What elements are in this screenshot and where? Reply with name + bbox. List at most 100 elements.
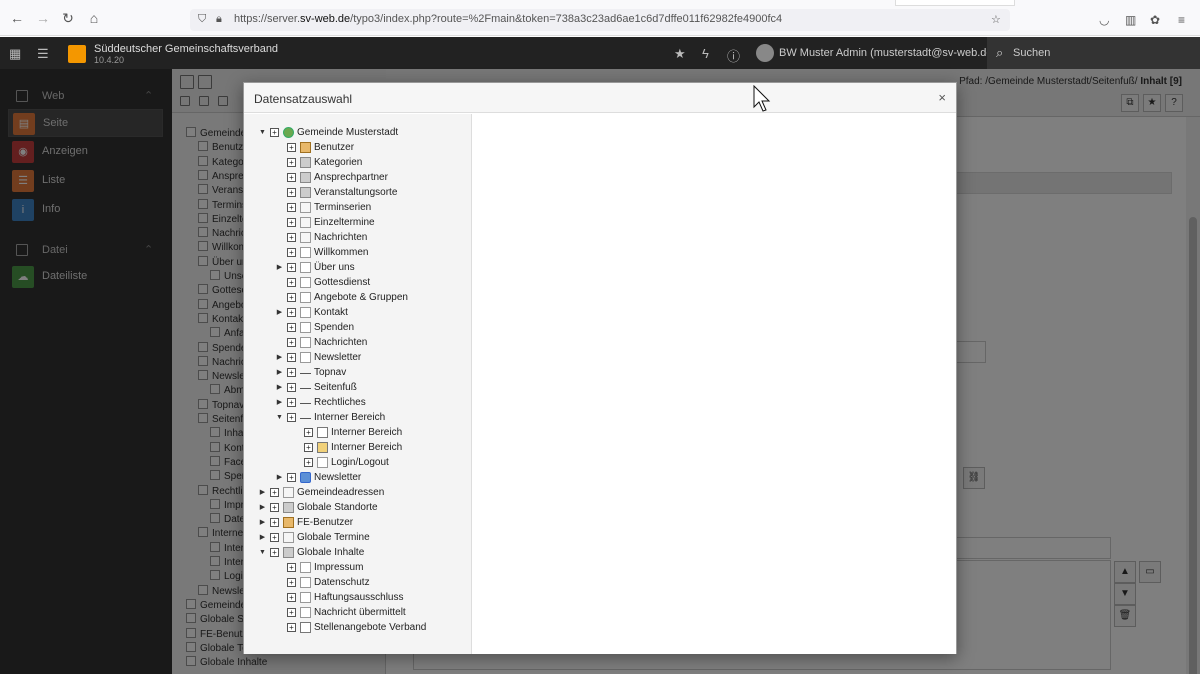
extensions-icon[interactable]: ✿ [1150, 13, 1160, 27]
expand-icon[interactable]: ▶ [275, 308, 284, 318]
tree-node-label[interactable]: Gottesdienst [314, 277, 370, 288]
expand-icon[interactable]: ▶ [275, 473, 284, 483]
tree-node[interactable]: ▶ + Newsletter [244, 351, 470, 366]
forward-icon[interactable]: → [35, 10, 51, 26]
add-record-icon[interactable]: + [270, 503, 279, 512]
tree-node-label[interactable]: Seitenfuß [314, 382, 357, 393]
tree-node-label[interactable]: Über uns [314, 262, 355, 273]
tree-node[interactable]: + Interner Bereich [244, 426, 470, 441]
tree-node[interactable]: + Stellenangebote Verband [244, 621, 470, 636]
tree-node[interactable]: ▶ + Seitenfuß [244, 381, 470, 396]
add-record-icon[interactable]: + [270, 518, 279, 527]
expand-icon[interactable]: ▶ [275, 383, 284, 393]
tree-node-label[interactable]: Nachricht übermittelt [314, 607, 406, 618]
tree-node[interactable]: + Benutzer [244, 141, 470, 156]
add-record-icon[interactable]: + [287, 563, 296, 572]
add-record-icon[interactable]: + [287, 158, 296, 167]
tree-node-label[interactable]: Datenschutz [314, 577, 370, 588]
tree-node[interactable]: + Ansprechpartner [244, 171, 470, 186]
user-name[interactable]: BW Muster Admin (musterstadt@sv-web.de) [779, 47, 996, 59]
tree-node-label[interactable]: Gemeindeadressen [297, 487, 384, 498]
typo3-logo[interactable] [68, 45, 86, 63]
expand-icon[interactable]: ▶ [258, 518, 267, 528]
tree-node[interactable]: ▶ + Kontakt [244, 306, 470, 321]
expand-icon[interactable]: ▶ [275, 368, 284, 378]
add-record-icon[interactable]: + [287, 263, 296, 272]
add-record-icon[interactable]: + [270, 533, 279, 542]
tree-node-label[interactable]: Globale Standorte [297, 502, 378, 513]
collapse-icon[interactable]: ▼ [258, 128, 267, 138]
tree-node[interactable]: + Gottesdienst [244, 276, 470, 291]
tree-node[interactable]: ▶ + Globale Standorte [244, 501, 470, 516]
tree-node[interactable]: + Kategorien [244, 156, 470, 171]
tree-node[interactable]: + Haftungsausschluss [244, 591, 470, 606]
avatar[interactable] [756, 44, 774, 62]
add-record-icon[interactable]: + [287, 218, 296, 227]
tree-node-label[interactable]: Kategorien [314, 157, 362, 168]
tree-node[interactable]: + Nachrichten [244, 336, 470, 351]
tree-node-label[interactable]: Benutzer [314, 142, 354, 153]
tree-node-label[interactable]: Nachrichten [314, 232, 367, 243]
tree-node[interactable]: + Impressum [244, 561, 470, 576]
add-record-icon[interactable]: + [287, 308, 296, 317]
tree-node-label[interactable]: Globale Inhalte [297, 547, 364, 558]
tree-node[interactable]: + Datenschutz [244, 576, 470, 591]
add-record-icon[interactable]: + [287, 473, 296, 482]
tree-node-label[interactable]: Einzeltermine [314, 217, 375, 228]
sidebar-icon[interactable]: ▥ [1125, 13, 1136, 27]
tree-node-label[interactable]: Globale Termine [297, 532, 370, 543]
add-record-icon[interactable]: + [287, 413, 296, 422]
tree-node-label[interactable]: Interner Bereich [331, 427, 402, 438]
tree-node-label[interactable]: Terminserien [314, 202, 371, 213]
tree-node-label[interactable]: Newsletter [314, 352, 361, 363]
pocket-icon[interactable]: ◡ [1099, 13, 1109, 27]
tree-node[interactable]: ▼ + Gemeinde Musterstadt [244, 126, 470, 141]
add-record-icon[interactable]: + [304, 458, 313, 467]
add-record-icon[interactable]: + [270, 128, 279, 137]
add-record-icon[interactable]: + [287, 353, 296, 362]
expand-icon[interactable]: ▶ [275, 398, 284, 408]
help-icon[interactable]: ⓘ [727, 46, 740, 65]
expand-icon[interactable]: ▶ [258, 503, 267, 513]
add-record-icon[interactable]: + [287, 293, 296, 302]
add-record-icon[interactable]: + [287, 623, 296, 632]
add-record-icon[interactable]: + [287, 278, 296, 287]
tree-node[interactable]: ▼ + Interner Bereich [244, 411, 470, 426]
tree-node-label[interactable]: Veranstaltungsorte [314, 187, 397, 198]
add-record-icon[interactable]: + [304, 428, 313, 437]
tree-node[interactable]: + Angebote & Gruppen [244, 291, 470, 306]
tree-node-label[interactable]: Kontakt [314, 307, 348, 318]
add-record-icon[interactable]: + [304, 443, 313, 452]
add-record-icon[interactable]: + [287, 248, 296, 257]
tree-node-label[interactable]: Gemeinde Musterstadt [297, 127, 398, 138]
add-record-icon[interactable]: + [287, 143, 296, 152]
collapse-icon[interactable]: ▼ [275, 413, 284, 423]
tree-node-label[interactable]: Stellenangebote Verband [314, 622, 426, 633]
tree-node-label[interactable]: Spenden [314, 322, 354, 333]
tree-node-label[interactable]: Interner Bereich [314, 412, 385, 423]
flash-icon[interactable]: ϟ [702, 46, 709, 61]
tree-node[interactable]: + Spenden [244, 321, 470, 336]
add-record-icon[interactable]: + [287, 188, 296, 197]
tree-node-label[interactable]: Haftungsausschluss [314, 592, 404, 603]
tree-node[interactable]: ▶ + Gemeindeadressen [244, 486, 470, 501]
expand-icon[interactable]: ▶ [258, 533, 267, 543]
menu-icon[interactable]: ≡ [1178, 13, 1185, 27]
tree-node[interactable]: ▶ + Rechtliches [244, 396, 470, 411]
tree-node[interactable]: + Nachricht übermittelt [244, 606, 470, 621]
tree-node-label[interactable]: Rechtliches [314, 397, 366, 408]
tree-node[interactable]: + Login/Logout [244, 456, 470, 471]
add-record-icon[interactable]: + [270, 548, 279, 557]
tree-node-label[interactable]: Login/Logout [331, 457, 389, 468]
add-record-icon[interactable]: + [287, 608, 296, 617]
tree-node[interactable]: ▼ + Globale Inhalte [244, 546, 470, 561]
add-record-icon[interactable]: + [287, 368, 296, 377]
search-toggle[interactable]: ⌕ Suchen [987, 37, 1200, 69]
tree-node-label[interactable]: Newsletter [314, 472, 361, 483]
tree-node[interactable]: ▶ + Über uns [244, 261, 470, 276]
add-record-icon[interactable]: + [287, 233, 296, 242]
tree-node-label[interactable]: FE-Benutzer [297, 517, 353, 528]
add-record-icon[interactable]: + [287, 383, 296, 392]
tree-node-label[interactable]: Impressum [314, 562, 363, 573]
tree-node[interactable]: + Interner Bereich [244, 441, 470, 456]
